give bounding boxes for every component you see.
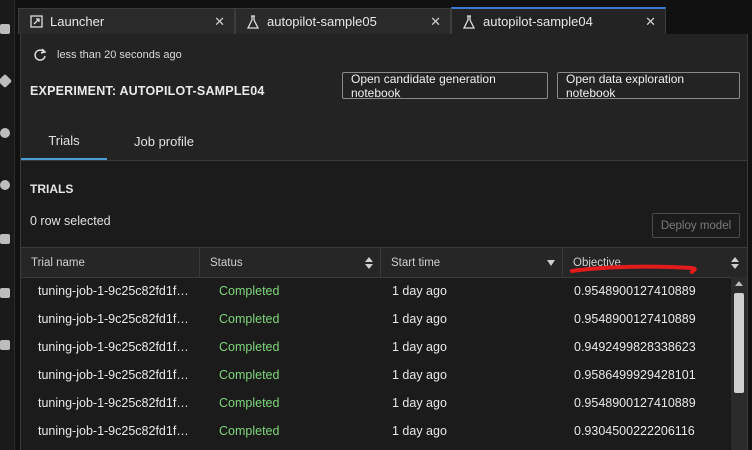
window-icon[interactable] <box>0 340 10 350</box>
close-icon[interactable]: ✕ <box>645 14 656 30</box>
objective-value: 0.9548900127410889 <box>574 284 696 298</box>
table-body: tuning-job-1-9c25c82fd1f… Completed 1 da… <box>21 277 731 445</box>
flask-icon <box>462 14 476 29</box>
column-header-trial-name[interactable]: Trial name <box>21 248 200 277</box>
close-icon[interactable]: ✕ <box>430 14 441 30</box>
status-badge: Completed <box>219 340 280 354</box>
start-time: 1 day ago <box>392 312 447 326</box>
git-icon[interactable] <box>0 73 13 89</box>
start-time: 1 day ago <box>392 284 447 298</box>
scroll-up-arrow[interactable] <box>735 281 743 286</box>
tab-strip: Launcher ✕ autopilot-sample05 ✕ autopilo… <box>18 0 752 34</box>
refresh-icon[interactable] <box>33 48 47 62</box>
trial-name[interactable]: tuning-job-1-9c25c82fd1f… <box>38 361 189 389</box>
deploy-model-button[interactable]: Deploy model <box>652 213 740 238</box>
palette-icon[interactable] <box>0 180 10 190</box>
tab-job-profile[interactable]: Job profile <box>117 122 211 160</box>
network-icon[interactable] <box>0 288 10 298</box>
sort-icon <box>731 257 739 269</box>
running-icon[interactable] <box>0 128 10 138</box>
table-row[interactable]: tuning-job-1-9c25c82fd1f… Completed 1 da… <box>21 333 731 361</box>
trials-heading: TRIALS <box>30 182 74 196</box>
flask-icon[interactable] <box>0 234 10 244</box>
start-time: 1 day ago <box>392 424 447 438</box>
table-scrollbar[interactable] <box>731 277 747 450</box>
open-candidate-notebook-button[interactable]: Open candidate generation notebook <box>342 72 548 100</box>
objective-value: 0.9586499929428101 <box>574 368 696 382</box>
start-time: 1 day ago <box>392 396 447 410</box>
start-time: 1 day ago <box>392 368 447 382</box>
selection-count: 0 row selected <box>30 214 111 228</box>
file-icon[interactable] <box>0 24 10 34</box>
trial-name[interactable]: tuning-job-1-9c25c82fd1f… <box>38 389 189 417</box>
page-title: EXPERIMENT: AUTOPILOT-SAMPLE04 <box>30 84 265 98</box>
objective-value: 0.9548900127410889 <box>574 312 696 326</box>
status-badge: Completed <box>219 424 280 438</box>
scrollbar-thumb[interactable] <box>734 293 744 393</box>
trial-name[interactable]: tuning-job-1-9c25c82fd1f… <box>38 417 189 445</box>
highlight-underline <box>570 264 697 274</box>
tab-label: autopilot-sample05 <box>267 14 377 29</box>
status-badge: Completed <box>219 368 280 382</box>
trial-name[interactable]: tuning-job-1-9c25c82fd1f… <box>38 277 189 305</box>
table-row[interactable]: tuning-job-1-9c25c82fd1f… Completed 1 da… <box>21 417 731 445</box>
sort-icon <box>365 257 373 269</box>
activity-rail <box>0 0 15 450</box>
tab-label: Launcher <box>50 14 105 29</box>
tab-trials[interactable]: Trials <box>21 122 107 160</box>
sub-tabs: Trials Job profile <box>21 122 747 161</box>
tab-launcher[interactable]: Launcher ✕ <box>18 8 235 34</box>
experiment-panel: less than 20 seconds ago EXPERIMENT: AUT… <box>20 34 748 450</box>
objective-value: 0.9548900127410889 <box>574 396 696 410</box>
flask-icon <box>246 14 260 29</box>
refresh-status: less than 20 seconds ago <box>33 48 182 62</box>
close-icon[interactable]: ✕ <box>214 14 225 30</box>
column-header-status[interactable]: Status <box>200 248 381 277</box>
column-header-start-time[interactable]: Start time <box>381 248 563 277</box>
start-time: 1 day ago <box>392 340 447 354</box>
tab-autopilot-sample04[interactable]: autopilot-sample04 ✕ <box>451 7 666 34</box>
launcher-icon <box>29 15 43 29</box>
table-row[interactable]: tuning-job-1-9c25c82fd1f… Completed 1 da… <box>21 389 731 417</box>
status-badge: Completed <box>219 284 280 298</box>
sort-descending-icon <box>547 260 555 266</box>
tab-autopilot-sample05[interactable]: autopilot-sample05 ✕ <box>235 8 451 34</box>
table-row[interactable]: tuning-job-1-9c25c82fd1f… Completed 1 da… <box>21 305 731 333</box>
table-row[interactable]: tuning-job-1-9c25c82fd1f… Completed 1 da… <box>21 361 731 389</box>
objective-value: 0.9304500222206116 <box>574 424 695 438</box>
tab-label: autopilot-sample04 <box>483 14 593 29</box>
open-exploration-notebook-button[interactable]: Open data exploration notebook <box>557 72 740 100</box>
trial-name[interactable]: tuning-job-1-9c25c82fd1f… <box>38 333 189 361</box>
status-badge: Completed <box>219 396 280 410</box>
status-badge: Completed <box>219 312 280 326</box>
table-row[interactable]: tuning-job-1-9c25c82fd1f… Completed 1 da… <box>21 277 731 305</box>
refresh-text: less than 20 seconds ago <box>57 49 182 61</box>
objective-value: 0.9492499828338623 <box>574 340 696 354</box>
trial-name[interactable]: tuning-job-1-9c25c82fd1f… <box>38 305 189 333</box>
